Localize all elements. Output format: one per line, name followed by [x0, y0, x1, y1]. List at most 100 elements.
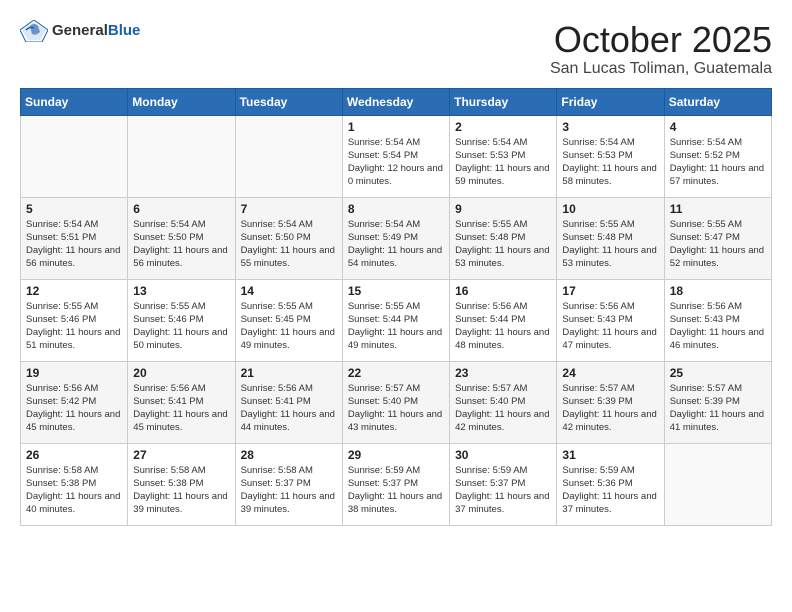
header-wednesday: Wednesday [342, 88, 449, 115]
day-info: Sunrise: 5:56 AM Sunset: 5:43 PM Dayligh… [562, 300, 658, 353]
sunrise-text: Sunrise: 5:58 AM [241, 465, 313, 476]
sunrise-text: Sunrise: 5:57 AM [562, 383, 634, 394]
daylight-text: Daylight: 11 hours and 49 minutes. [241, 327, 335, 351]
day-number: 29 [348, 448, 444, 462]
logo-text: GeneralBlue [52, 23, 140, 39]
sunset-text: Sunset: 5:44 PM [455, 314, 525, 325]
day-info: Sunrise: 5:59 AM Sunset: 5:36 PM Dayligh… [562, 464, 658, 517]
daylight-text: Daylight: 11 hours and 39 minutes. [241, 491, 335, 515]
day-info: Sunrise: 5:57 AM Sunset: 5:39 PM Dayligh… [562, 382, 658, 435]
day-info: Sunrise: 5:56 AM Sunset: 5:41 PM Dayligh… [133, 382, 229, 435]
sunrise-text: Sunrise: 5:54 AM [348, 219, 420, 230]
calendar-week-row: 26 Sunrise: 5:58 AM Sunset: 5:38 PM Dayl… [21, 443, 772, 525]
calendar-table: Sunday Monday Tuesday Wednesday Thursday… [20, 88, 772, 526]
day-number: 9 [455, 202, 551, 216]
table-row: 9 Sunrise: 5:55 AM Sunset: 5:48 PM Dayli… [450, 197, 557, 279]
table-row: 21 Sunrise: 5:56 AM Sunset: 5:41 PM Dayl… [235, 361, 342, 443]
table-row: 23 Sunrise: 5:57 AM Sunset: 5:40 PM Dayl… [450, 361, 557, 443]
table-row: 5 Sunrise: 5:54 AM Sunset: 5:51 PM Dayli… [21, 197, 128, 279]
day-number: 19 [26, 366, 122, 380]
calendar-week-row: 12 Sunrise: 5:55 AM Sunset: 5:46 PM Dayl… [21, 279, 772, 361]
table-row: 18 Sunrise: 5:56 AM Sunset: 5:43 PM Dayl… [664, 279, 771, 361]
table-row: 12 Sunrise: 5:55 AM Sunset: 5:46 PM Dayl… [21, 279, 128, 361]
sunrise-text: Sunrise: 5:54 AM [348, 137, 420, 148]
daylight-text: Daylight: 11 hours and 42 minutes. [562, 409, 656, 433]
sunrise-text: Sunrise: 5:56 AM [562, 301, 634, 312]
day-number: 22 [348, 366, 444, 380]
day-info: Sunrise: 5:56 AM Sunset: 5:42 PM Dayligh… [26, 382, 122, 435]
table-row: 30 Sunrise: 5:59 AM Sunset: 5:37 PM Dayl… [450, 443, 557, 525]
sunset-text: Sunset: 5:43 PM [562, 314, 632, 325]
sunrise-text: Sunrise: 5:57 AM [348, 383, 420, 394]
day-number: 17 [562, 284, 658, 298]
day-number: 4 [670, 120, 766, 134]
table-row [235, 115, 342, 197]
month-title: October 2025 [550, 20, 772, 60]
sunset-text: Sunset: 5:44 PM [348, 314, 418, 325]
sunset-text: Sunset: 5:38 PM [133, 478, 203, 489]
day-number: 5 [26, 202, 122, 216]
daylight-text: Daylight: 11 hours and 41 minutes. [670, 409, 764, 433]
sunrise-text: Sunrise: 5:57 AM [455, 383, 527, 394]
header-thursday: Thursday [450, 88, 557, 115]
sunset-text: Sunset: 5:47 PM [670, 232, 740, 243]
table-row: 15 Sunrise: 5:55 AM Sunset: 5:44 PM Dayl… [342, 279, 449, 361]
daylight-text: Daylight: 11 hours and 47 minutes. [562, 327, 656, 351]
sunset-text: Sunset: 5:51 PM [26, 232, 96, 243]
day-info: Sunrise: 5:54 AM Sunset: 5:54 PM Dayligh… [348, 136, 444, 189]
day-number: 30 [455, 448, 551, 462]
daylight-text: Daylight: 11 hours and 52 minutes. [670, 245, 764, 269]
day-info: Sunrise: 5:54 AM Sunset: 5:49 PM Dayligh… [348, 218, 444, 271]
day-number: 24 [562, 366, 658, 380]
day-number: 6 [133, 202, 229, 216]
sunrise-text: Sunrise: 5:56 AM [133, 383, 205, 394]
day-info: Sunrise: 5:55 AM Sunset: 5:48 PM Dayligh… [562, 218, 658, 271]
table-row: 1 Sunrise: 5:54 AM Sunset: 5:54 PM Dayli… [342, 115, 449, 197]
day-info: Sunrise: 5:55 AM Sunset: 5:46 PM Dayligh… [133, 300, 229, 353]
day-number: 31 [562, 448, 658, 462]
sunrise-text: Sunrise: 5:55 AM [348, 301, 420, 312]
sunset-text: Sunset: 5:39 PM [562, 396, 632, 407]
title-block: October 2025 San Lucas Toliman, Guatemal… [550, 20, 772, 78]
sunrise-text: Sunrise: 5:59 AM [348, 465, 420, 476]
location-title: San Lucas Toliman, Guatemala [550, 60, 772, 78]
day-number: 13 [133, 284, 229, 298]
sunset-text: Sunset: 5:49 PM [348, 232, 418, 243]
sunset-text: Sunset: 5:42 PM [26, 396, 96, 407]
day-info: Sunrise: 5:57 AM Sunset: 5:40 PM Dayligh… [455, 382, 551, 435]
table-row: 13 Sunrise: 5:55 AM Sunset: 5:46 PM Dayl… [128, 279, 235, 361]
day-info: Sunrise: 5:54 AM Sunset: 5:53 PM Dayligh… [455, 136, 551, 189]
day-info: Sunrise: 5:54 AM Sunset: 5:51 PM Dayligh… [26, 218, 122, 271]
sunrise-text: Sunrise: 5:55 AM [241, 301, 313, 312]
sunrise-text: Sunrise: 5:54 AM [670, 137, 742, 148]
sunset-text: Sunset: 5:48 PM [455, 232, 525, 243]
logo: GeneralBlue [20, 20, 140, 42]
daylight-text: Daylight: 11 hours and 42 minutes. [455, 409, 549, 433]
daylight-text: Daylight: 11 hours and 38 minutes. [348, 491, 442, 515]
sunset-text: Sunset: 5:36 PM [562, 478, 632, 489]
daylight-text: Daylight: 11 hours and 56 minutes. [26, 245, 120, 269]
logo-general: General [52, 22, 108, 39]
day-number: 16 [455, 284, 551, 298]
table-row: 6 Sunrise: 5:54 AM Sunset: 5:50 PM Dayli… [128, 197, 235, 279]
day-number: 28 [241, 448, 337, 462]
day-info: Sunrise: 5:55 AM Sunset: 5:44 PM Dayligh… [348, 300, 444, 353]
day-info: Sunrise: 5:57 AM Sunset: 5:40 PM Dayligh… [348, 382, 444, 435]
day-number: 10 [562, 202, 658, 216]
table-row: 31 Sunrise: 5:59 AM Sunset: 5:36 PM Dayl… [557, 443, 664, 525]
sunset-text: Sunset: 5:39 PM [670, 396, 740, 407]
daylight-text: Daylight: 11 hours and 45 minutes. [133, 409, 227, 433]
table-row: 28 Sunrise: 5:58 AM Sunset: 5:37 PM Dayl… [235, 443, 342, 525]
day-info: Sunrise: 5:54 AM Sunset: 5:53 PM Dayligh… [562, 136, 658, 189]
table-row: 27 Sunrise: 5:58 AM Sunset: 5:38 PM Dayl… [128, 443, 235, 525]
table-row: 25 Sunrise: 5:57 AM Sunset: 5:39 PM Dayl… [664, 361, 771, 443]
daylight-text: Daylight: 11 hours and 37 minutes. [562, 491, 656, 515]
daylight-text: Daylight: 11 hours and 53 minutes. [562, 245, 656, 269]
sunset-text: Sunset: 5:41 PM [241, 396, 311, 407]
sunrise-text: Sunrise: 5:56 AM [455, 301, 527, 312]
table-row: 7 Sunrise: 5:54 AM Sunset: 5:50 PM Dayli… [235, 197, 342, 279]
calendar-week-row: 19 Sunrise: 5:56 AM Sunset: 5:42 PM Dayl… [21, 361, 772, 443]
table-row: 11 Sunrise: 5:55 AM Sunset: 5:47 PM Dayl… [664, 197, 771, 279]
header-sunday: Sunday [21, 88, 128, 115]
table-row: 26 Sunrise: 5:58 AM Sunset: 5:38 PM Dayl… [21, 443, 128, 525]
